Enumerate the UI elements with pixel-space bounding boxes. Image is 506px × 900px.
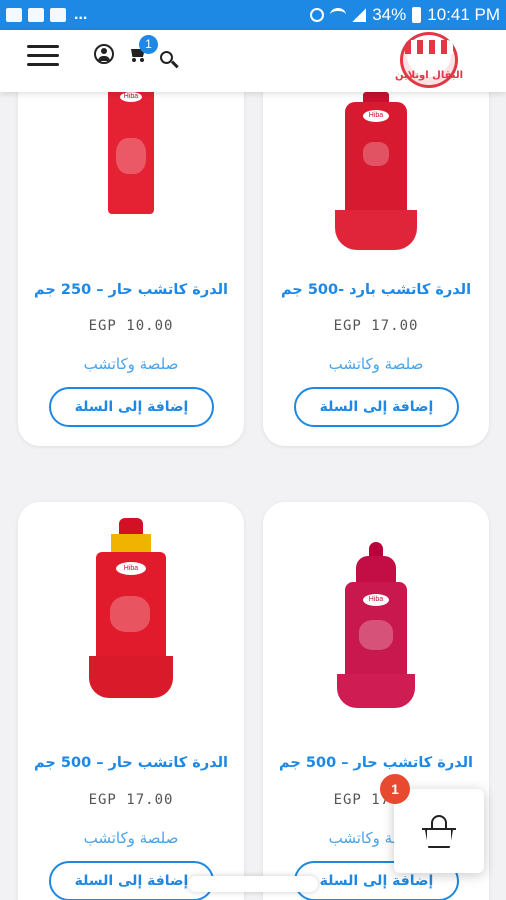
product-card[interactable]: Hiba الدرة كاتشب حار – 500 جم EGP 17.00 … <box>18 502 244 900</box>
status-bar: ... 34% 10:41 PM <box>0 0 506 30</box>
add-to-cart-button[interactable]: إضافة إلى السلة <box>294 387 459 427</box>
battery-icon <box>412 7 422 23</box>
floating-cart-count-badge: 1 <box>380 774 410 804</box>
product-name[interactable]: الدرة كاتشب حار – 250 جم <box>18 282 244 298</box>
product-image[interactable]: Hiba <box>18 86 244 262</box>
bottom-handle <box>188 876 318 892</box>
add-to-cart-button[interactable]: إضافة إلى السلة <box>49 387 214 427</box>
menu-icon[interactable] <box>27 45 59 69</box>
product-price: EGP 17.00 <box>333 318 419 334</box>
more-notifications: ... <box>74 6 88 23</box>
product-image[interactable]: Hiba <box>18 514 244 726</box>
product-name[interactable]: الدرة كاتشب حار – 500 جم <box>18 755 244 771</box>
cart-count-badge: 1 <box>139 35 158 54</box>
account-icon[interactable] <box>94 44 114 64</box>
gallery-icon <box>50 8 66 22</box>
mail-icon <box>28 8 44 22</box>
signal-icon <box>352 8 367 22</box>
product-image[interactable]: Hiba <box>263 514 489 726</box>
product-image[interactable]: Hiba <box>263 92 489 262</box>
product-price: EGP 17.00 <box>88 792 174 808</box>
product-price: EGP 10.00 <box>88 318 174 334</box>
app-header: 1 البقال اونلاين <box>0 30 506 92</box>
product-name[interactable]: الدرة كاتشب بارد -500 جم <box>263 282 489 298</box>
message-icon <box>6 8 22 22</box>
alarm-icon <box>310 8 325 22</box>
search-icon[interactable] <box>160 51 179 69</box>
product-name[interactable]: الدرة كاتشب حار – 500 جم <box>263 755 489 771</box>
store-logo[interactable]: البقال اونلاين <box>394 32 464 90</box>
floating-cart-button[interactable] <box>394 789 484 873</box>
clock: 10:41 PM <box>427 5 500 24</box>
battery-level: 34% <box>372 5 407 24</box>
product-category[interactable]: صلصة وكاتشب <box>263 355 489 373</box>
wifi-icon <box>330 8 347 22</box>
product-category[interactable]: صلصة وكاتشب <box>18 355 244 373</box>
logo-text: البقال اونلاين <box>394 70 464 81</box>
product-card[interactable]: Hiba الدرة كاتشب بارد -500 جم EGP 17.00 … <box>263 60 489 446</box>
product-category[interactable]: صلصة وكاتشب <box>18 829 244 847</box>
product-card[interactable]: Hiba الدرة كاتشب حار – 250 جم EGP 10.00 … <box>18 60 244 446</box>
basket-icon <box>422 815 456 851</box>
